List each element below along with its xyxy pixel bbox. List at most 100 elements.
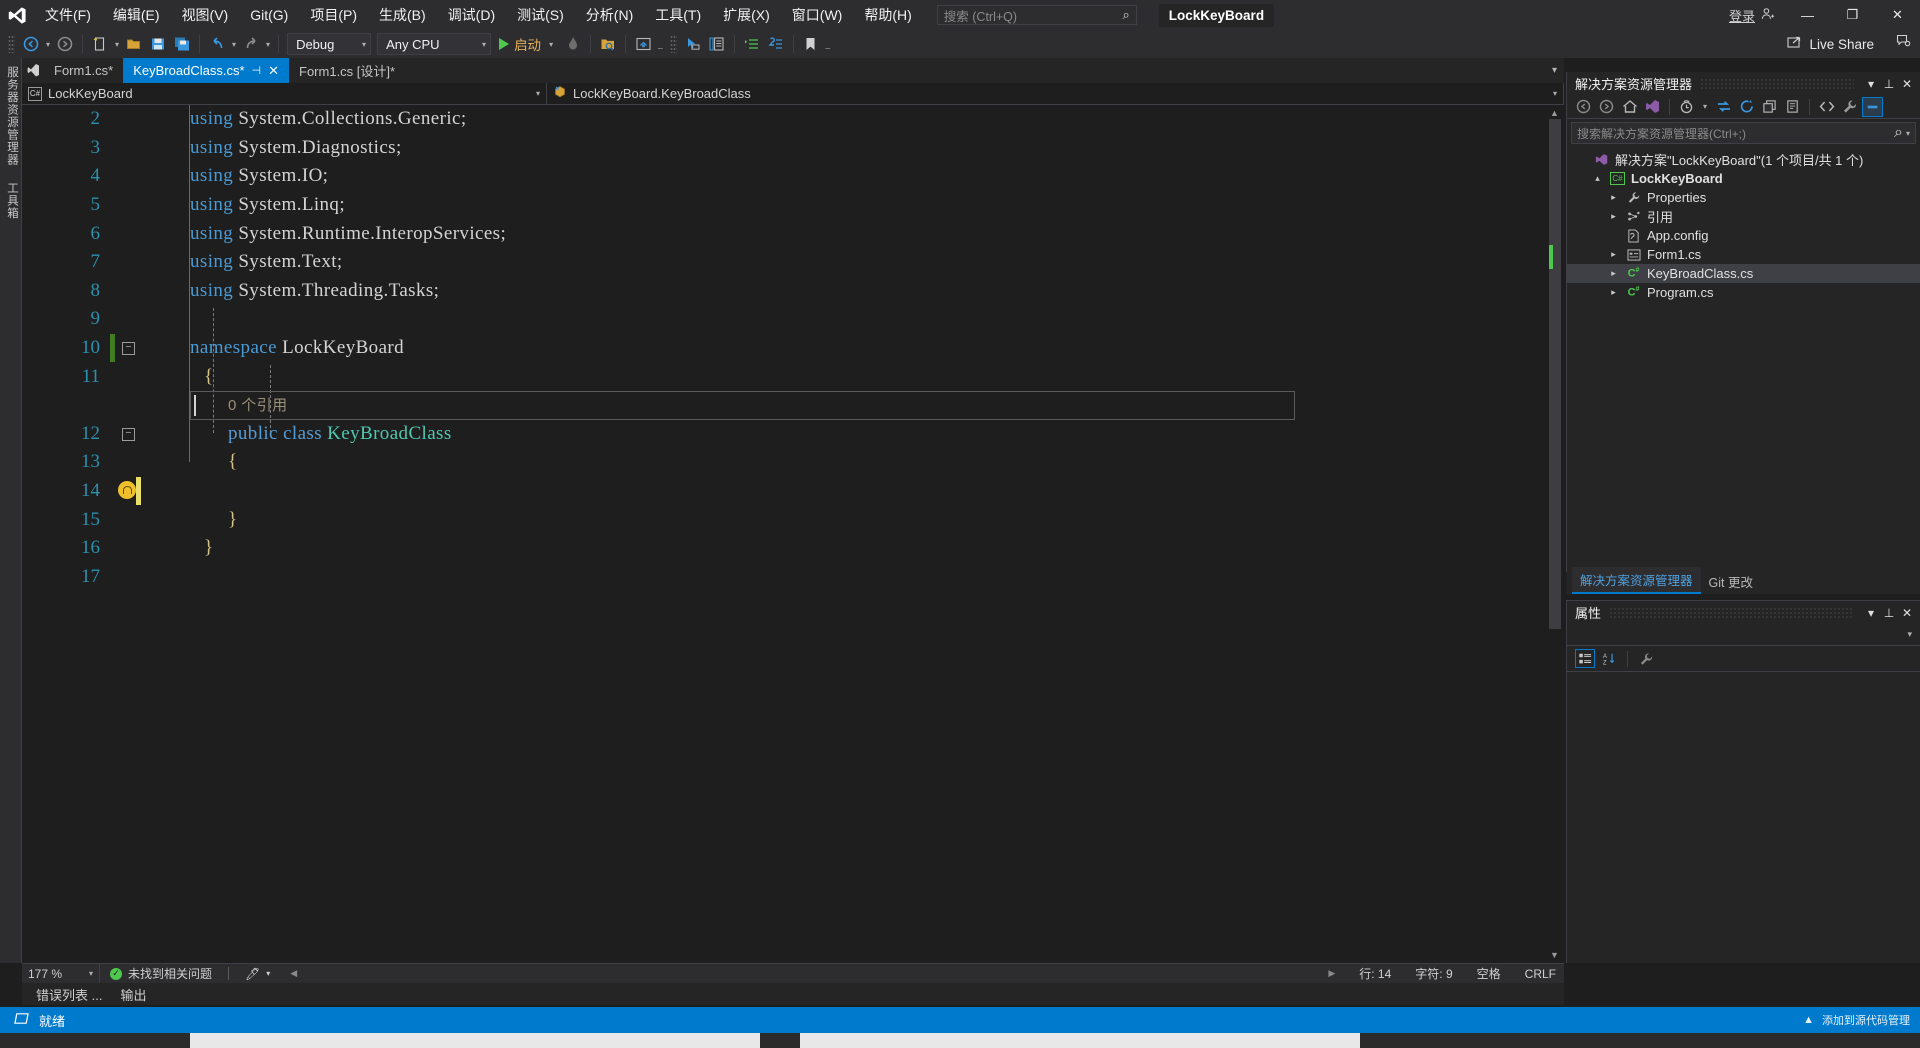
navbar-project-combo[interactable]: C# LockKeyBoard ▾ [22,83,547,104]
save-icon[interactable] [146,32,170,56]
compare-icon[interactable] [705,32,729,56]
menu-tools[interactable]: 工具(T) [644,0,712,30]
undo-caret-icon[interactable]: ▾ [229,40,239,49]
glyph-margin[interactable] [110,191,142,220]
code-line[interactable]: 9 [22,305,1564,334]
redo-icon[interactable] [239,32,263,56]
tree-item--[interactable]: ▸ 引用 [1567,207,1920,226]
tab-form1-cs-designer[interactable]: Form1.cs [设计]* [289,58,405,83]
expander-arrow-icon[interactable]: ▴ [1591,173,1604,184]
outdent-icon[interactable] [764,32,788,56]
code-text[interactable]: using System.Collections.Generic; [142,108,1564,130]
code-line[interactable]: 15} [22,505,1564,534]
live-share-button[interactable]: Live Share [1787,33,1874,55]
header-drag-dots[interactable] [1609,606,1854,619]
expander-arrow-icon[interactable]: ▸ [1607,287,1620,298]
home-icon[interactable] [1619,97,1640,117]
tree-item-lockkeyboard[interactable]: ▴ C# LockKeyBoard [1567,169,1920,188]
glyph-margin[interactable] [110,162,142,191]
menu-file[interactable]: 文件(F) [34,0,102,30]
preview-selected-item-icon[interactable] [1862,96,1883,117]
code-line[interactable]: 8 using System.Threading.Tasks; [22,277,1564,306]
find-in-files-icon[interactable] [596,32,620,56]
chevron-down-icon[interactable]: ▾ [1903,129,1910,138]
sync-icon[interactable] [1713,97,1734,117]
glyph-margin[interactable] [110,534,142,563]
glyph-margin[interactable] [110,305,142,334]
glyph-margin[interactable] [110,476,142,506]
issues-indicator[interactable]: ✓ 未找到相关问题 [100,965,222,982]
glyph-margin[interactable] [110,563,142,592]
expander-arrow-icon[interactable]: ▸ [1607,211,1620,222]
code-text[interactable]: } [142,537,1564,559]
collapse-all-icon[interactable] [1759,97,1780,117]
menu-git[interactable]: Git(G) [239,0,299,30]
code-text[interactable]: { [142,451,1564,473]
back-icon[interactable] [1573,97,1594,117]
close-icon[interactable]: ✕ [1898,606,1916,620]
code-text[interactable]: using System.IO; [142,165,1564,187]
code-line[interactable]: 10− namespace LockKeyBoard [22,333,1564,363]
pin-icon[interactable]: ⊣ [252,64,262,77]
glyph-margin[interactable] [110,391,142,420]
categorized-icon[interactable] [1575,649,1595,668]
code-text[interactable]: using System.Text; [142,251,1564,273]
code-text[interactable]: using System.Linq; [142,194,1564,216]
view-code-icon[interactable] [1816,97,1837,117]
preview-options-icon[interactable]: _ [655,40,665,49]
tree-item-properties[interactable]: ▸ Properties [1567,188,1920,207]
code-line[interactable]: 4 using System.IO; [22,162,1564,191]
window-maximize-button[interactable]: ❐ [1830,0,1875,30]
expander-arrow-icon[interactable]: ▸ [1607,268,1620,279]
zoom-level-combo[interactable]: 177 % ▾ [22,963,100,984]
code-line[interactable]: 6 using System.Runtime.InteropServices; [22,219,1564,248]
navigate-forward-button[interactable] [53,32,77,56]
bookmark-icon[interactable] [799,32,823,56]
save-all-icon[interactable] [170,32,194,56]
new-item-icon[interactable] [88,32,112,56]
select-element-icon[interactable] [681,32,705,56]
glyph-margin[interactable] [110,448,142,477]
navigate-backward-button[interactable] [19,32,43,56]
toolbar-overflow-icon[interactable]: _ [823,40,833,49]
quick-search-input[interactable]: 搜索 (Ctrl+Q) ⌕ [936,5,1137,25]
tree-item-keybroadclass.cs[interactable]: ▸ C# KeyBroadClass.cs [1567,264,1920,283]
chevron-down-icon[interactable]: ▾ [1862,77,1880,91]
pin-icon[interactable]: ⊥ [1880,77,1898,91]
forward-icon[interactable] [1596,97,1617,117]
tab-keybroadclass-cs[interactable]: KeyBroadClass.cs* ⊣ ✕ [123,58,290,83]
code-line[interactable]: 16} [22,534,1564,563]
navigate-backward-caret-icon[interactable]: ▾ [43,40,53,49]
taskbar-window-preview[interactable] [800,1033,1360,1048]
open-folder-icon[interactable] [122,32,146,56]
code-line[interactable]: 12− public class KeyBroadClass [22,420,1564,449]
source-control-status[interactable]: ▲ 添加到源代码管理 [1803,1012,1910,1028]
solution-explorer-search-input[interactable]: 搜索解决方案资源管理器(Ctrl+;) ⌕ ▾ [1571,122,1916,144]
scroll-down-arrow-icon[interactable]: ▼ [1550,950,1559,960]
tab-git-changes[interactable]: Git 更改 [1701,569,1761,594]
toolbar-grip[interactable] [8,35,15,53]
feedback-icon[interactable] [1896,34,1912,52]
code-line[interactable]: 3 using System.Diagnostics; [22,134,1564,163]
tab-output[interactable]: 输出 [120,985,146,1004]
window-close-button[interactable]: ✕ [1875,0,1920,30]
expander-arrow-icon[interactable]: ▸ [1607,249,1620,260]
menu-test[interactable]: 测试(S) [506,0,575,30]
glyph-margin[interactable] [110,248,142,277]
chevron-down-icon[interactable]: ▾ [1862,606,1880,620]
menu-project[interactable]: 项目(P) [299,0,368,30]
undo-icon[interactable] [205,32,229,56]
lightbulb-icon[interactable] [118,480,136,499]
menu-view[interactable]: 视图(V) [171,0,240,30]
glyph-margin[interactable] [110,362,142,391]
preview-icon[interactable] [631,32,655,56]
taskbar-window-preview[interactable] [190,1033,760,1048]
scrollbar-thumb[interactable] [1549,119,1561,629]
tree-item--lockkeyboard-1-1-[interactable]: 解决方案"LockKeyBoard"(1 个项目/共 1 个) [1567,150,1920,169]
navbar-type-combo[interactable]: LockKeyBoard.KeyBroadClass ▾ [547,83,1564,104]
menu-window[interactable]: 窗口(W) [781,0,854,30]
close-icon[interactable]: ✕ [1898,77,1916,91]
tab-error-list[interactable]: 错误列表 ... [36,985,102,1004]
code-cleanup-button[interactable]: 🖊 ▾ [235,967,280,981]
tree-item-app.config[interactable]: App.config [1567,226,1920,245]
